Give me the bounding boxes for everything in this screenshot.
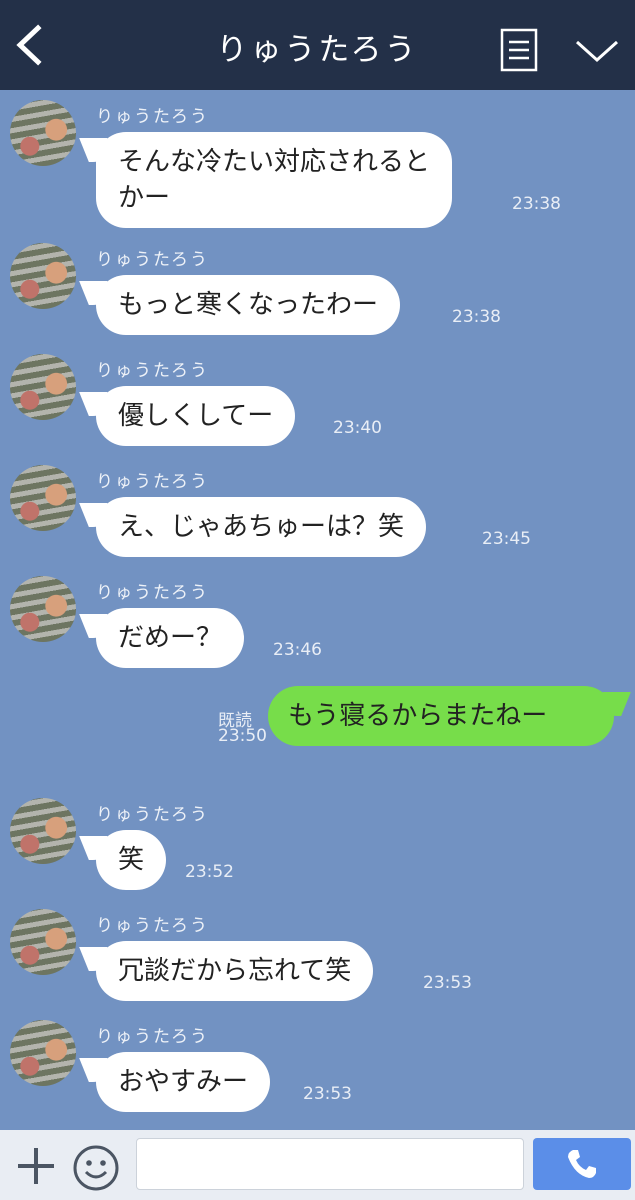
list-icon[interactable]	[500, 28, 538, 72]
avatar[interactable]	[10, 798, 76, 864]
sent-message-bubble[interactable]: もう寝るからまたねー	[268, 686, 614, 746]
sender-name: りゅうたろう	[96, 1027, 209, 1047]
avatar[interactable]	[10, 909, 76, 975]
plus-icon[interactable]	[14, 1144, 58, 1188]
avatar[interactable]	[10, 1020, 76, 1086]
sender-name: りゅうたろう	[96, 583, 209, 603]
message-time: 23:46	[273, 640, 322, 660]
sender-name: りゅうたろう	[96, 250, 209, 270]
message-bubble[interactable]: もっと寒くなったわー	[96, 275, 401, 335]
avatar[interactable]	[10, 100, 76, 166]
smiley-icon[interactable]	[72, 1144, 120, 1192]
sent-time: 23:50	[218, 726, 267, 746]
message-time: 23:52	[185, 862, 234, 882]
message-bubble[interactable]: 笑	[96, 830, 167, 890]
avatar[interactable]	[10, 465, 76, 531]
phone-icon	[568, 1150, 596, 1178]
sender-name: りゅうたろう	[96, 805, 209, 825]
chevron-down-icon[interactable]	[573, 34, 621, 66]
message-bubble[interactable]: だめー？	[96, 608, 245, 668]
sender-name: りゅうたろう	[96, 107, 209, 127]
avatar[interactable]	[10, 243, 76, 309]
call-button[interactable]	[533, 1138, 631, 1190]
message-time: 23:53	[303, 1084, 352, 1104]
sender-name: りゅうたろう	[96, 916, 209, 936]
message-bubble[interactable]: おやすみー	[96, 1052, 271, 1112]
avatar[interactable]	[10, 354, 76, 420]
message-time: 23:38	[452, 307, 501, 327]
message-bubble[interactable]: え、じゃあちゅーは？笑	[96, 497, 427, 557]
chat-title: りゅうたろう	[216, 32, 419, 68]
chat-header: りゅうたろう	[0, 0, 635, 90]
chat-area[interactable]: りゅうたろう そんな冷たい対応されると かー 23:38 りゅうたろう もっと寒…	[0, 90, 635, 1130]
message-input[interactable]	[136, 1138, 524, 1190]
message-time: 23:40	[333, 418, 382, 438]
message-time: 23:38	[512, 194, 561, 214]
sender-name: りゅうたろう	[96, 472, 209, 492]
input-bar	[0, 1130, 635, 1200]
sender-name: りゅうたろう	[96, 361, 209, 381]
message-bubble[interactable]: 優しくしてー	[96, 386, 296, 446]
message-bubble[interactable]: 冗談だから忘れて笑	[96, 941, 374, 1001]
message-bubble[interactable]: そんな冷たい対応されると かー	[96, 132, 453, 228]
message-time: 23:53	[423, 973, 472, 993]
message-time: 23:45	[482, 529, 531, 549]
avatar[interactable]	[10, 576, 76, 642]
